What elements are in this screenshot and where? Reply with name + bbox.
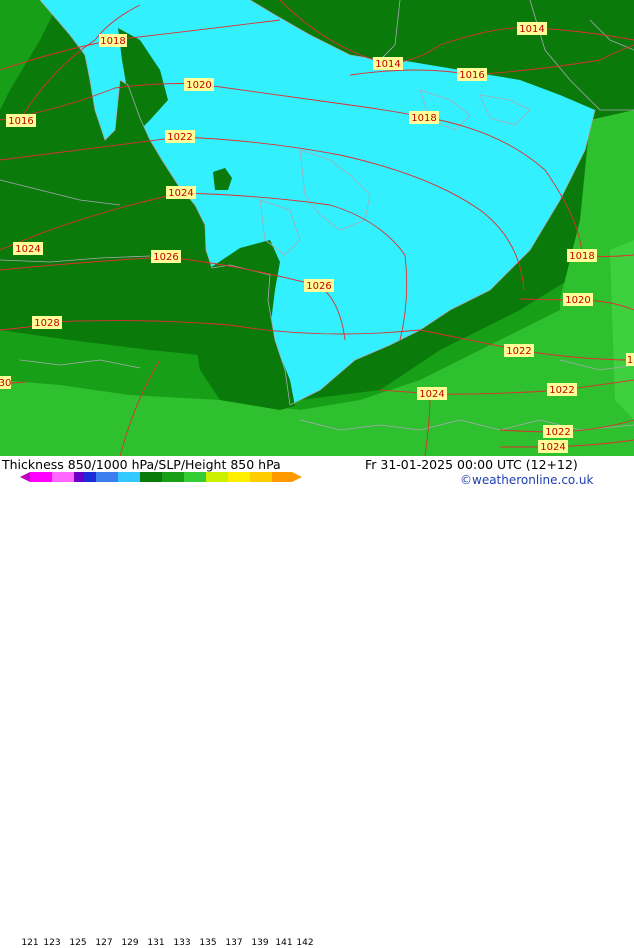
legend-tick: 141 [275, 938, 293, 948]
isobar-label: 30 [0, 376, 11, 389]
isobar-label: 1026 [151, 250, 181, 263]
svg-text:1024: 1024 [419, 389, 444, 400]
svg-text:1024: 1024 [168, 188, 193, 199]
legend-tick: 131 [147, 938, 165, 948]
svg-text:1014: 1014 [519, 24, 544, 35]
svg-text:1018: 1018 [100, 36, 125, 47]
isobar-label: 1024 [538, 440, 568, 453]
isobar-label: 1016 [6, 114, 36, 127]
isobar-label: 1020 [563, 293, 593, 306]
isobar-label: 1 [626, 353, 634, 366]
isobar-label: 1018 [99, 34, 127, 47]
svg-text:1018: 1018 [411, 113, 436, 124]
svg-text:1024: 1024 [15, 244, 40, 255]
svg-text:1016: 1016 [459, 70, 484, 81]
svg-text:1014: 1014 [375, 59, 400, 70]
legend-tick: 125 [69, 938, 87, 948]
isobar-label: 1020 [184, 78, 214, 91]
svg-text:1022: 1022 [506, 346, 531, 357]
svg-text:30: 30 [0, 378, 11, 389]
isobar-label: 1022 [504, 344, 534, 357]
svg-text:1018: 1018 [569, 251, 594, 262]
isobar-label: 1028 [32, 316, 62, 329]
legend-tick: 139 [251, 938, 269, 948]
map-title: Thickness 850/1000 hPa/SLP/Height 850 hP… [2, 457, 281, 472]
isobar-label: 1022 [547, 383, 577, 396]
credit-link[interactable]: ©weatheronline.co.uk [460, 473, 593, 487]
isobar-label: 1024 [13, 242, 43, 255]
svg-text:1024: 1024 [540, 442, 565, 453]
isobar-label: 1022 [165, 130, 195, 143]
svg-text:1020: 1020 [565, 295, 590, 306]
legend-tick: 129 [121, 938, 139, 948]
svg-text:1026: 1026 [153, 252, 178, 263]
legend-tick: 142 [296, 938, 314, 948]
isobar-label: 1016 [457, 68, 487, 81]
svg-text:1026: 1026 [306, 281, 331, 292]
svg-text:1020: 1020 [186, 80, 211, 91]
svg-text:1028: 1028 [34, 318, 59, 329]
svg-text:1: 1 [627, 355, 633, 366]
color-scale-legend [20, 472, 302, 482]
isobar-label: 1018 [567, 249, 597, 262]
legend-tick: 123 [43, 938, 61, 948]
isobar-label: 1024 [166, 186, 196, 199]
svg-text:1022: 1022 [545, 427, 570, 438]
isobar-label: 1018 [409, 111, 439, 124]
isobar-label: 1014 [373, 57, 403, 70]
svg-text:1022: 1022 [167, 132, 192, 143]
isobar-label: 1026 [304, 279, 334, 292]
isobar-label: 1014 [517, 22, 547, 35]
legend-tick: 137 [225, 938, 243, 948]
svg-text:1022: 1022 [549, 385, 574, 396]
legend-tick: 133 [173, 938, 191, 948]
isobar-label: 1024 [417, 387, 447, 400]
legend-tick: 135 [199, 938, 217, 948]
map-footer: Thickness 850/1000 hPa/SLP/Height 850 hP… [0, 456, 634, 948]
isobar-label: 1022 [543, 425, 573, 438]
weather-map: 1018 1014 1014 1020 1016 1016 1018 1022 [0, 0, 634, 456]
legend-tick: 121 [21, 938, 39, 948]
legend-tick: 127 [95, 938, 113, 948]
svg-text:1016: 1016 [8, 116, 33, 127]
map-datetime: Fr 31-01-2025 00:00 UTC (12+12) [365, 457, 578, 472]
